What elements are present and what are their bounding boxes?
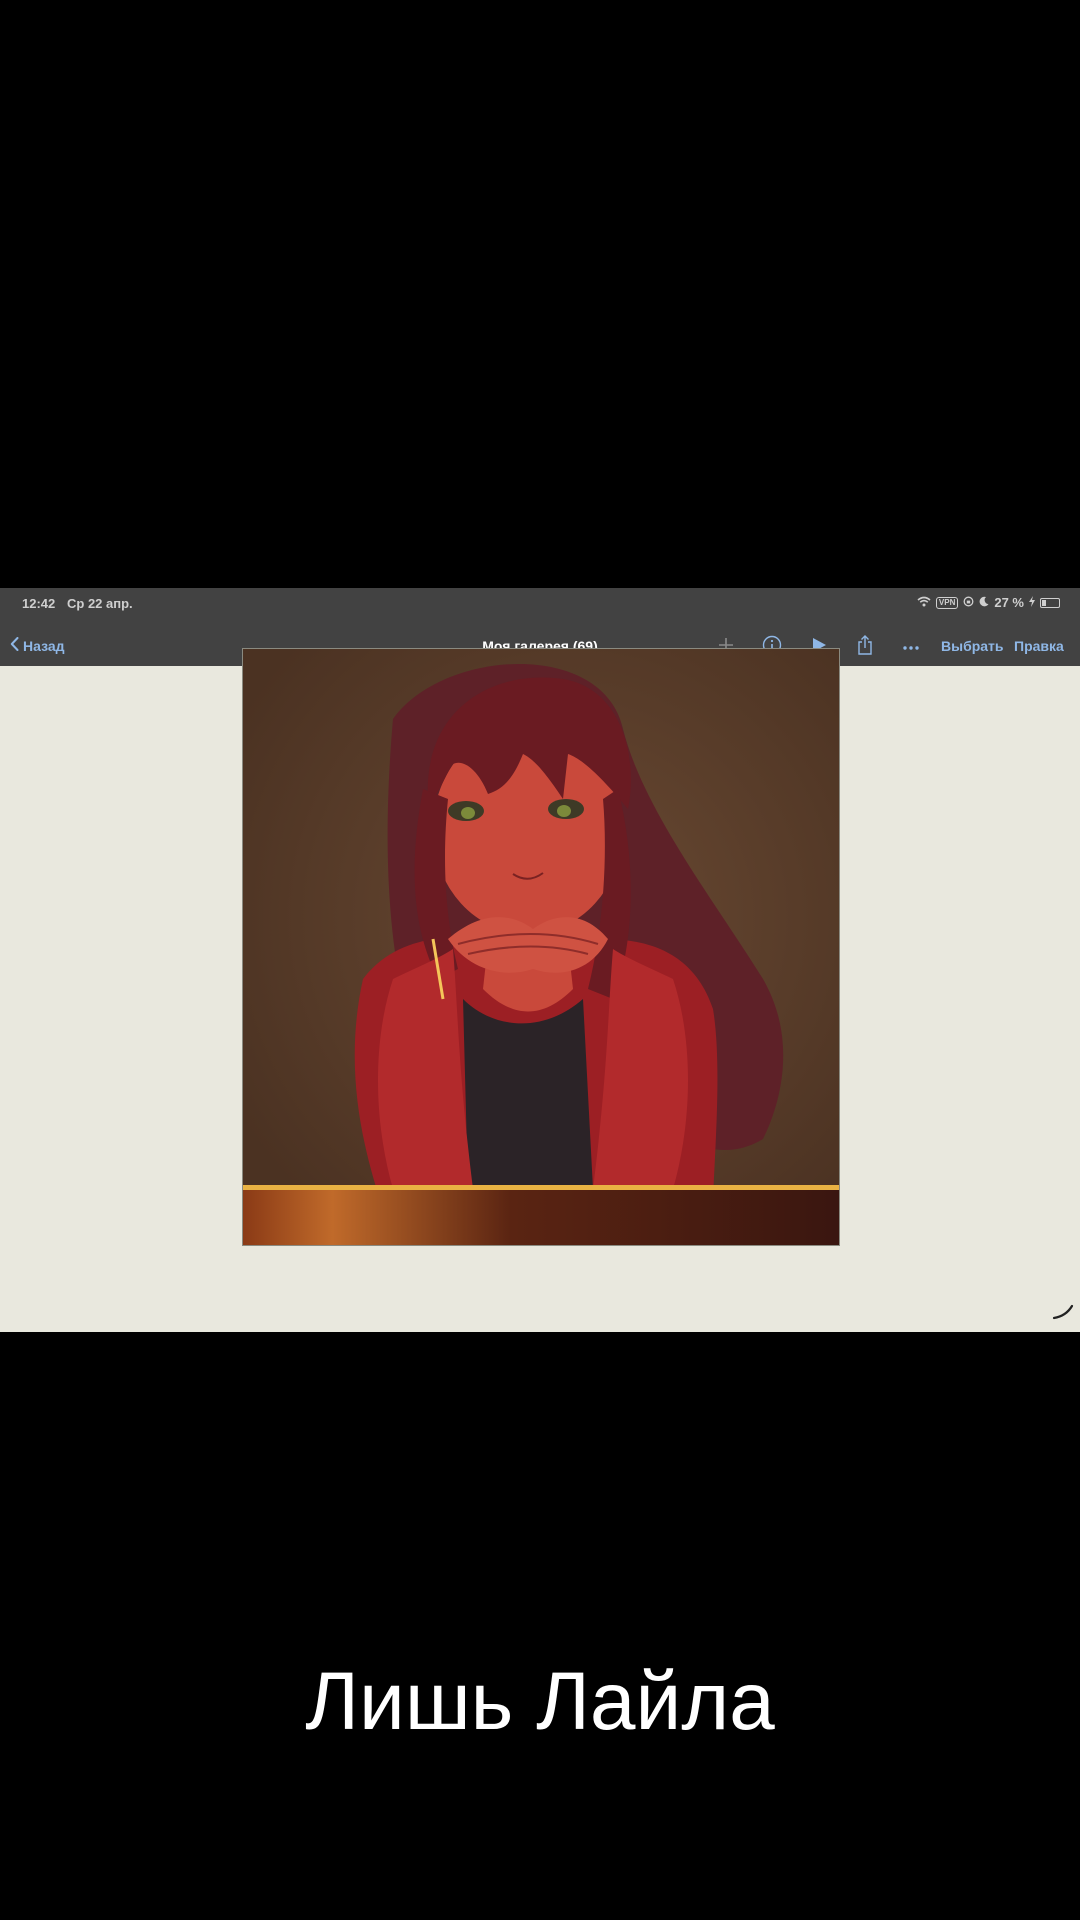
- battery-icon: [1040, 597, 1060, 608]
- battery-percent: 27 %: [994, 595, 1024, 610]
- wifi-icon: [917, 595, 931, 610]
- chevron-left-icon: [10, 637, 19, 654]
- resize-handle-icon: [1052, 1302, 1076, 1325]
- select-button[interactable]: Выбрать: [941, 638, 1004, 654]
- status-bar: 12:42 Ср 22 апр. VPN 27 %: [0, 588, 1080, 628]
- share-button[interactable]: [852, 634, 878, 660]
- status-time: 12:42: [22, 596, 56, 611]
- screen-recording: 12:42 Ср 22 апр. VPN 27 % Назад Моя гале…: [0, 588, 1080, 1332]
- share-icon: [857, 634, 873, 660]
- edit-button[interactable]: Правка: [1014, 638, 1064, 654]
- moon-icon: [979, 595, 989, 610]
- back-label: Назад: [23, 637, 65, 654]
- more-icon: [902, 638, 920, 656]
- video-frame: 12:42 Ср 22 апр. VPN 27 % Назад Моя гале…: [0, 0, 1080, 1920]
- artwork-thumbnail[interactable]: [242, 648, 840, 1246]
- back-button[interactable]: Назад: [10, 637, 65, 654]
- vpn-badge: VPN: [935, 596, 959, 609]
- video-caption: Лишь Лайла: [305, 1656, 775, 1747]
- battery-fill: [1042, 599, 1046, 606]
- artwork-illustration: [243, 649, 839, 1245]
- more-button[interactable]: [898, 634, 924, 660]
- status-date: Ср 22 апр.: [67, 596, 133, 611]
- status-indicators: VPN 27 %: [917, 595, 1060, 610]
- charging-icon: [1029, 595, 1035, 610]
- orientation-lock-icon: [963, 595, 974, 610]
